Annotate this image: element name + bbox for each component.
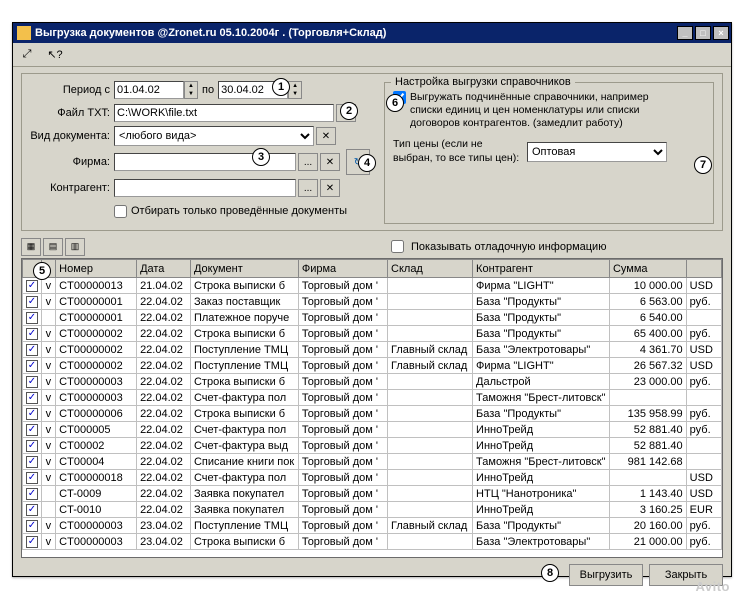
firm-clear-button[interactable]: ✕ <box>320 153 340 171</box>
col-header[interactable]: Контрагент <box>473 260 610 278</box>
table-row[interactable]: ✓CT0000000122.04.02Платежное поручеТорго… <box>23 310 722 326</box>
watermark: Avito <box>695 579 730 594</box>
table-row[interactable]: ✓vCT0000000323.04.02Поступление ТМЦТорго… <box>23 518 722 534</box>
callout-2: 2 <box>340 102 358 120</box>
col-header[interactable]: Сумма <box>609 260 686 278</box>
period-from-input[interactable] <box>114 81 184 99</box>
table-row[interactable]: ✓vCT0000422.04.02Списание книги покТорго… <box>23 454 722 470</box>
firm-label: Фирма: <box>30 156 110 168</box>
table-row[interactable]: ✓vCT0000000622.04.02Строка выписки бТорг… <box>23 406 722 422</box>
window-title: Выгрузка документов @Zronet.ru 05.10.200… <box>35 27 677 39</box>
grid-view-2-button[interactable]: ▤ <box>43 238 63 256</box>
app-icon <box>17 26 31 40</box>
period-from-label: Период с <box>30 84 110 96</box>
period-to-spinner[interactable]: ▲▼ <box>288 81 302 99</box>
refs-group: Настройка выгрузки справочников Выгружат… <box>384 82 714 224</box>
titlebar: Выгрузка документов @Zronet.ru 05.10.200… <box>13 23 731 43</box>
col-header[interactable]: Фирма <box>298 260 387 278</box>
debug-checkbox[interactable]: Показывать отладочную информацию <box>387 237 606 256</box>
table-row[interactable]: ✓vCT0000000222.04.02Поступление ТМЦТорго… <box>23 342 722 358</box>
export-sub-checkbox[interactable]: Выгружать подчинённые справочники, напри… <box>393 91 705 130</box>
col-header[interactable] <box>686 260 721 278</box>
table-row[interactable]: ✓vCT0000000122.04.02Заказ поставщикТорго… <box>23 294 722 310</box>
table-row[interactable]: ✓vCT0000000222.04.02Строка выписки бТорг… <box>23 326 722 342</box>
doc-type-clear-button[interactable]: ✕ <box>316 127 336 145</box>
filter-panel: Период с ▲▼ по ▲▼ Файл TXT: ... Вид доку… <box>21 73 723 231</box>
contragent-input[interactable] <box>114 179 296 197</box>
table-row[interactable]: ✓vCT0000000222.04.02Поступление ТМЦТорго… <box>23 358 722 374</box>
table-row[interactable]: ✓vCT0000001321.04.02Строка выписки бТорг… <box>23 278 722 294</box>
callout-1: 1 <box>272 78 290 96</box>
table-row[interactable]: ✓vCT0000000323.04.02Строка выписки бТорг… <box>23 534 722 550</box>
callout-5: 5 <box>33 262 51 280</box>
close-button[interactable]: × <box>713 26 729 40</box>
table-row[interactable]: ✓vCT0000000322.04.02Строка выписки бТорг… <box>23 374 722 390</box>
doc-type-select[interactable]: <любого вида> <box>114 126 314 146</box>
documents-grid[interactable]: НомерДатаДокументФирмаСкладКонтрагентСум… <box>21 258 723 558</box>
table-row[interactable]: ✓vCT0000001822.04.02Счет-фактура полТорг… <box>23 470 722 486</box>
table-row[interactable]: ✓vCT0000000322.04.02Счет-фактура полТорг… <box>23 390 722 406</box>
contragent-clear-button[interactable]: ✕ <box>320 179 340 197</box>
callout-7: 7 <box>694 156 712 174</box>
callout-6: 6 <box>386 94 404 112</box>
firm-browse-button[interactable]: ... <box>298 153 318 171</box>
help-cursor-icon[interactable]: ↖? <box>45 45 65 65</box>
toolbar: ⤢ ↖? <box>13 43 731 67</box>
price-type-label: Тип цены (если не выбран, то все типы це… <box>393 138 523 164</box>
grid-view-1-button[interactable]: ▦ <box>21 238 41 256</box>
contragent-label: Контрагент: <box>30 182 110 194</box>
period-to-label: по <box>202 84 214 96</box>
callout-8: 8 <box>541 564 559 582</box>
callout-4: 4 <box>358 154 376 172</box>
doc-type-label: Вид документа: <box>30 130 110 142</box>
table-row[interactable]: ✓vCT0000222.04.02Счет-фактура выдТорговы… <box>23 438 722 454</box>
contragent-browse-button[interactable]: ... <box>298 179 318 197</box>
period-from-spinner[interactable]: ▲▼ <box>184 81 198 99</box>
minimize-button[interactable]: _ <box>677 26 693 40</box>
price-type-select[interactable]: Оптовая <box>527 142 667 162</box>
table-row[interactable]: ✓CT-000922.04.02Заявка покупателТорговый… <box>23 486 722 502</box>
file-input[interactable] <box>114 104 334 122</box>
callout-3: 3 <box>252 148 270 166</box>
col-header[interactable]: Склад <box>388 260 473 278</box>
maximize-button[interactable]: □ <box>695 26 711 40</box>
col-header[interactable]: Документ <box>190 260 298 278</box>
file-label: Файл TXT: <box>30 107 110 119</box>
grid-view-3-button[interactable]: ▥ <box>65 238 85 256</box>
refs-group-title: Настройка выгрузки справочников <box>391 76 575 88</box>
col-header[interactable]: Дата <box>137 260 191 278</box>
export-button[interactable]: Выгрузить <box>569 564 643 586</box>
col-header[interactable]: Номер <box>56 260 137 278</box>
table-row[interactable]: ✓CT-001022.04.02Заявка покупателТорговый… <box>23 502 722 518</box>
app-window: Выгрузка документов @Zronet.ru 05.10.200… <box>12 22 732 577</box>
table-row[interactable]: ✓vCT00000522.04.02Счет-фактура полТоргов… <box>23 422 722 438</box>
only-posted-checkbox[interactable]: Отбирать только проведённые документы <box>114 205 347 218</box>
expand-icon[interactable]: ⤢ <box>17 45 37 65</box>
